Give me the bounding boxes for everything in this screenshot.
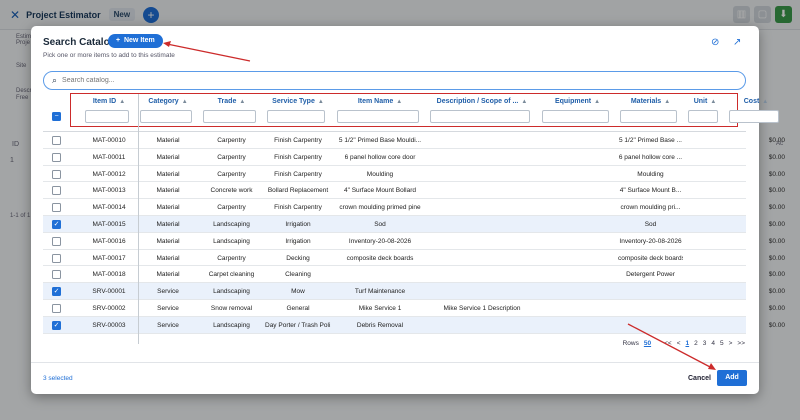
annotation-arrows — [163, 41, 716, 370]
annotation-arrow-add — [627, 323, 713, 369]
annotation-arrow-new-item — [166, 43, 251, 62]
arrowhead-new-item — [163, 41, 171, 47]
